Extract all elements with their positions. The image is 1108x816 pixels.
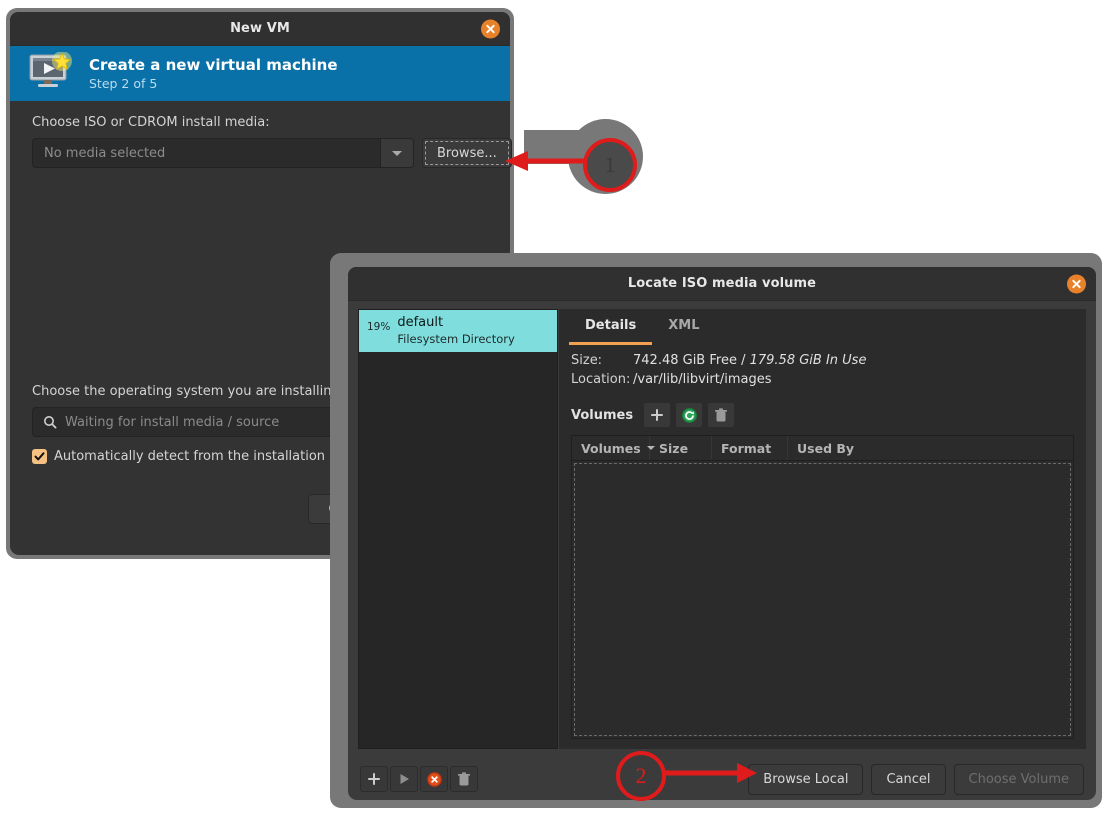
column-header-used-by[interactable]: Used By: [788, 436, 1073, 460]
column-header-size[interactable]: Size: [650, 436, 712, 460]
pool-usage-percent: 19%: [367, 315, 390, 333]
volumes-table: Volumes Size Format Used By: [571, 435, 1074, 739]
media-combobox-value: No media selected: [33, 146, 380, 161]
volumes-toolbar: Volumes: [571, 402, 1074, 428]
locate-iso-actions: Browse Local Cancel Choose Volume: [748, 764, 1084, 795]
browse-button[interactable]: Browse...: [422, 138, 512, 168]
new-vm-title: New VM: [230, 21, 290, 36]
size-row: Size: 742.48 GiB Free / 179.58 GiB In Us…: [571, 353, 1074, 368]
column-header-volumes[interactable]: Volumes: [572, 436, 650, 460]
locate-iso-body: 19% default Filesystem Directory Details…: [348, 301, 1096, 749]
media-label: Choose ISO or CDROM install media:: [32, 115, 488, 130]
locate-iso-window: Locate ISO media volume 19% default File…: [348, 267, 1096, 800]
virtual-machine-icon: [28, 52, 73, 96]
location-value: /var/lib/libvirt/images: [633, 372, 772, 387]
autodetect-checkbox[interactable]: [32, 449, 47, 464]
pool-type: Filesystem Directory: [397, 332, 514, 346]
volume-add-button[interactable]: [643, 402, 671, 428]
volumes-table-header: Volumes Size Format Used By: [572, 436, 1073, 461]
size-label: Size:: [571, 353, 633, 368]
storage-pool-list[interactable]: 19% default Filesystem Directory: [358, 309, 558, 749]
locate-cancel-button[interactable]: Cancel: [871, 764, 945, 795]
media-combobox[interactable]: No media selected: [32, 138, 414, 168]
annotation-backdrop-1-circle: [568, 119, 643, 194]
detail-content: Size: 742.48 GiB Free / 179.58 GiB In Us…: [559, 345, 1086, 749]
pool-add-button[interactable]: [360, 766, 388, 792]
os-search-placeholder: Waiting for install media / source: [65, 415, 279, 430]
chevron-down-icon[interactable]: [380, 139, 413, 167]
banner-step: Step 2 of 5: [89, 76, 338, 91]
tab-xml[interactable]: XML: [652, 309, 715, 345]
choose-volume-button[interactable]: Choose Volume: [954, 764, 1084, 795]
pool-detail-pane: Details XML Size: 742.48 GiB Free / 179.…: [559, 309, 1086, 749]
locate-iso-title: Locate ISO media volume: [628, 276, 816, 291]
detail-tabs: Details XML: [559, 309, 1086, 345]
column-label: Volumes: [581, 441, 641, 456]
size-free-value: 742.48 GiB Free /: [633, 353, 745, 368]
autodetect-label: Automatically detect from the installati…: [54, 449, 370, 464]
new-vm-titlebar: New VM: [10, 12, 510, 46]
volume-delete-button[interactable]: [707, 402, 735, 428]
tab-details[interactable]: Details: [569, 309, 652, 345]
pool-start-button[interactable]: [390, 766, 418, 792]
close-icon[interactable]: [481, 19, 500, 38]
location-label: Location:: [571, 372, 633, 387]
browse-local-button[interactable]: Browse Local: [748, 764, 863, 795]
banner-title: Create a new virtual machine: [89, 56, 338, 75]
volumes-label: Volumes: [571, 408, 633, 423]
pool-name: default: [397, 315, 514, 331]
locate-iso-footer: Browse Local Cancel Choose Volume: [348, 749, 1096, 809]
pool-stop-button[interactable]: [420, 766, 448, 792]
list-item[interactable]: 19% default Filesystem Directory: [359, 310, 557, 352]
column-header-format[interactable]: Format: [712, 436, 788, 460]
volume-refresh-button[interactable]: [675, 402, 703, 428]
pool-delete-button[interactable]: [450, 766, 478, 792]
search-icon: [43, 415, 57, 429]
media-row: No media selected Browse...: [32, 138, 488, 168]
pool-toolbar: [360, 766, 480, 792]
size-used-value: 179.58 GiB In Use: [750, 353, 867, 368]
locate-iso-titlebar: Locate ISO media volume: [348, 267, 1096, 301]
close-icon[interactable]: [1067, 274, 1086, 293]
volumes-table-body[interactable]: [574, 463, 1071, 736]
new-vm-banner: Create a new virtual machine Step 2 of 5: [10, 46, 510, 101]
location-row: Location: /var/lib/libvirt/images: [571, 372, 1074, 387]
